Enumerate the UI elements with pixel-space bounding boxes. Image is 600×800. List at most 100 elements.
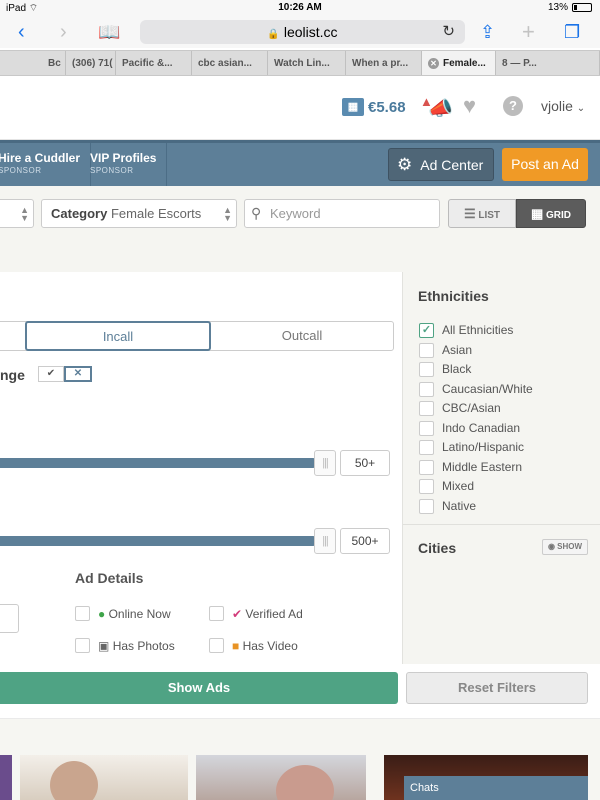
checkbox[interactable]: [419, 440, 434, 455]
nav-item-sub: SPONSOR: [0, 166, 42, 175]
clock: 10:26 AM: [278, 2, 322, 13]
browser-tab[interactable]: When a pr...: [346, 51, 422, 75]
age-slider-track[interactable]: [0, 458, 315, 468]
ad-center-button[interactable]: ⚙ Ad Center: [388, 148, 494, 181]
reload-icon[interactable]: ↻: [442, 20, 455, 44]
help-icon[interactable]: ?: [503, 96, 523, 116]
tabs-overview-icon[interactable]: ❐: [564, 20, 580, 44]
battery-icon: [572, 3, 592, 12]
check-icon[interactable]: ✔: [38, 366, 64, 382]
checkbox[interactable]: [419, 479, 434, 494]
incall-option[interactable]: Incall: [25, 321, 211, 351]
category-select[interactable]: Category Female Escorts ▲ ▼: [41, 199, 237, 228]
outcall-option[interactable]: Outcall: [211, 322, 393, 350]
person-icon: ●: [98, 607, 106, 621]
grid-view-button[interactable]: ▦ GRID: [516, 199, 586, 228]
bookmarks-icon[interactable]: 📖: [98, 20, 120, 44]
lock-icon: 🔒: [267, 29, 280, 40]
alert-icon: ▲: [420, 94, 433, 109]
checkbox[interactable]: [419, 460, 434, 475]
credits-amount: €5.68: [368, 98, 406, 116]
back-icon[interactable]: ‹: [18, 20, 25, 44]
sidebar-filters: Ethnicities ✓ All Ethnicities Asian Black…: [402, 272, 600, 664]
new-tab-icon[interactable]: +: [522, 20, 535, 44]
browser-tab[interactable]: Watch Lin...: [268, 51, 346, 75]
price-slider-track[interactable]: [0, 536, 315, 546]
checkbox-checked[interactable]: ✓: [419, 323, 434, 338]
divider: [403, 524, 600, 525]
has-video-label: ■ Has Video: [232, 639, 298, 653]
nav-item-title: VIP Profiles: [90, 151, 157, 165]
search-bar: ▲ ▼ Category Female Escorts ▲ ▼ ⚲ Keyword …: [0, 186, 600, 272]
has-video-checkbox[interactable]: [209, 638, 224, 653]
has-photos-label: ▣ Has Photos: [98, 639, 175, 653]
chats-panel[interactable]: Chats: [404, 776, 588, 800]
close-icon[interactable]: ✕: [64, 366, 92, 382]
age-slider-value[interactable]: 50+: [340, 450, 390, 476]
photo-face: [276, 765, 334, 800]
listing-thumbnail[interactable]: [0, 755, 12, 800]
address-bar[interactable]: 🔒 leolist.cc ↻: [140, 20, 465, 44]
browser-tab[interactable]: 8 — P...: [496, 51, 600, 75]
battery-indicator: 13%: [548, 2, 592, 13]
site-header: ▦ €5.68 📣 ▲ ♥ ? vjolie ⌄: [0, 78, 600, 140]
left-input-field[interactable]: [0, 604, 19, 633]
browser-tab[interactable]: (306) 71(: [66, 51, 116, 75]
video-icon: ■: [232, 639, 240, 653]
eye-icon: ◉: [547, 542, 555, 551]
online-now-checkbox[interactable]: [75, 606, 90, 621]
browser-tab-active[interactable]: ✕ Female...: [422, 51, 496, 75]
nav-item-sub: SPONSOR: [90, 166, 134, 175]
close-tab-icon[interactable]: ✕: [428, 58, 439, 69]
price-slider-handle[interactable]: |||: [314, 528, 336, 554]
url-text: leolist.cc: [283, 24, 338, 40]
browser-tab[interactable]: Pacific &...: [116, 51, 192, 75]
checkbox[interactable]: [419, 382, 434, 397]
verified-ad-checkbox[interactable]: [209, 606, 224, 621]
price-slider-value[interactable]: 500+: [340, 528, 390, 554]
ethnicities-heading: Ethnicities: [418, 288, 489, 304]
verified-icon: ✔: [232, 607, 243, 621]
list-icon: ☰: [463, 206, 476, 221]
browser-tab-strip: Bc (306) 71( Pacific &... cbc asian... W…: [0, 50, 600, 76]
gear-icon: ⚙: [397, 155, 413, 174]
forward-icon[interactable]: ›: [60, 20, 67, 44]
cities-heading: Cities: [418, 540, 457, 556]
show-cities-button[interactable]: ◉ SHOW: [542, 539, 588, 555]
share-icon[interactable]: ⇪: [480, 20, 495, 44]
checkbox[interactable]: [419, 343, 434, 358]
credits-balance[interactable]: ▦ €5.68: [342, 98, 406, 116]
reset-filters-button[interactable]: Reset Filters: [406, 672, 588, 704]
keyword-input[interactable]: ⚲ Keyword: [244, 199, 440, 228]
nav-item-vip-profiles[interactable]: VIP Profiles SPONSOR: [80, 143, 168, 186]
online-now-label: ● Online Now: [98, 607, 171, 621]
checkbox[interactable]: [419, 499, 434, 514]
select-arrows-icon: ▲ ▼: [223, 205, 232, 223]
location-select[interactable]: ▲ ▼: [0, 199, 34, 228]
photo-face: [50, 761, 98, 800]
checkbox[interactable]: [419, 421, 434, 436]
filter-panel: Incall Outcall nge ✔ ✕ ||| 50+ ||| 500+ …: [0, 272, 402, 664]
range-label: nge: [0, 367, 25, 383]
browser-toolbar: ‹ › 📖 🔒 leolist.cc ↻ ⇪ + ❐: [0, 16, 600, 48]
show-ads-button[interactable]: Show Ads: [0, 672, 398, 704]
age-slider-handle[interactable]: |||: [314, 450, 336, 476]
nav-item-hire-cuddler[interactable]: Hire a Cuddler SPONSOR: [0, 143, 92, 186]
wallet-icon: ▦: [342, 98, 364, 116]
verified-ad-label: ✔ Verified Ad: [232, 607, 303, 621]
camera-icon: ▣: [98, 639, 110, 653]
checkbox[interactable]: [419, 362, 434, 377]
list-view-button[interactable]: ☰ LIST: [448, 199, 516, 228]
user-menu[interactable]: vjolie ⌄: [541, 98, 585, 114]
favorites-heart-icon[interactable]: ♥: [463, 93, 476, 119]
select-arrows-icon: ▲ ▼: [20, 205, 29, 223]
main-nav: Hire a Cuddler SPONSOR VIP Profiles SPON…: [0, 140, 600, 186]
has-photos-checkbox[interactable]: [75, 638, 90, 653]
listing-thumbnail[interactable]: [196, 755, 366, 800]
checkbox[interactable]: [419, 401, 434, 416]
browser-tab[interactable]: Bc: [0, 51, 66, 75]
listing-thumbnail[interactable]: [20, 755, 188, 800]
browser-tab[interactable]: cbc asian...: [192, 51, 268, 75]
post-ad-button[interactable]: Post an Ad: [502, 148, 588, 181]
status-bar: iPad ⌔ 10:26 AM 13%: [0, 0, 600, 16]
